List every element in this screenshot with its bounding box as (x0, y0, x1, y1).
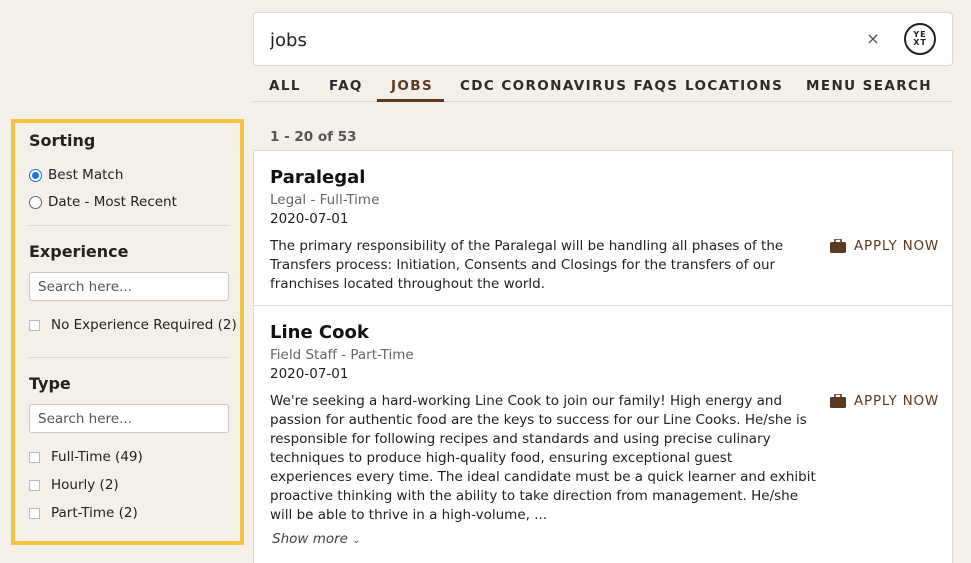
experience-title: Experience (29, 242, 129, 261)
show-more-label: Show more (272, 531, 348, 547)
type-search (29, 404, 229, 433)
type-search-input[interactable] (30, 405, 228, 432)
results-count: 1 - 20 of 53 (270, 129, 357, 145)
search-bar: × YE XT (253, 12, 953, 66)
yext-logo[interactable]: YE XT (904, 23, 936, 55)
clear-search-button[interactable]: × (862, 28, 884, 50)
briefcase-icon (830, 239, 846, 253)
filter-label: No Experience Required (2) (51, 317, 237, 333)
result-subtitle: Legal - Full-Time (270, 192, 380, 208)
result-description: The primary responsibility of the Parale… (270, 238, 784, 292)
result-subtitle: Field Staff - Part-Time (270, 347, 414, 363)
search-input[interactable] (270, 27, 830, 53)
tab-cdc-coronavirus-faqs[interactable]: CDC CORONAVIRUS FAQS (460, 78, 678, 94)
chevron-down-icon: ⌄ (352, 535, 361, 546)
divider (29, 225, 229, 226)
result-card: Line Cook Field Staff - Part-Time 2020-0… (253, 305, 953, 563)
radio-icon[interactable] (29, 195, 42, 209)
active-tab-indicator (377, 99, 444, 102)
page: × YE XT ALL FAQ JOBS CDC CORONAVIRUS FAQ… (0, 0, 971, 563)
apply-now-button[interactable]: APPLY NOW (830, 393, 939, 409)
experience-search-input[interactable] (30, 273, 228, 300)
vertical-tabs: ALL FAQ JOBS CDC CORONAVIRUS FAQS LOCATI… (253, 74, 953, 102)
checkbox-icon[interactable] (29, 507, 40, 519)
tab-locations[interactable]: LOCATIONS (685, 78, 783, 94)
briefcase-icon (830, 394, 846, 408)
tab-faq[interactable]: FAQ (329, 78, 363, 94)
radio-icon[interactable] (29, 168, 42, 182)
filter-label: Hourly (2) (51, 477, 119, 493)
filter-label: Part-Time (2) (51, 505, 138, 521)
result-date: 2020-07-01 (270, 366, 349, 382)
filter-label: Full-Time (49) (51, 449, 143, 465)
type-title: Type (29, 374, 71, 393)
result-card: Paralegal Legal - Full-Time 2020-07-01 T… (253, 150, 953, 306)
filter-full-time[interactable]: Full-Time (49) (29, 449, 143, 465)
checkbox-icon[interactable] (29, 319, 40, 331)
filter-hourly[interactable]: Hourly (2) (29, 477, 119, 493)
tab-jobs[interactable]: JOBS (391, 78, 433, 94)
result-description: We're seeking a hard-working Line Cook t… (270, 393, 816, 523)
tab-menu-search[interactable]: MENU SEARCH (806, 78, 932, 94)
sort-option-best-match[interactable]: Best Match (29, 167, 123, 183)
result-title[interactable]: Line Cook (270, 322, 369, 343)
filters-sidebar: Sorting Best Match Date - Most Recent Ex… (11, 119, 244, 545)
result-title[interactable]: Paralegal (270, 167, 365, 188)
sort-option-date-most-recent[interactable]: Date - Most Recent (29, 194, 177, 210)
apply-now-label: APPLY NOW (854, 393, 940, 409)
tab-all[interactable]: ALL (269, 78, 301, 94)
filter-part-time[interactable]: Part-Time (2) (29, 505, 138, 521)
experience-search (29, 272, 229, 301)
checkbox-icon[interactable] (29, 451, 40, 463)
sort-option-label: Date - Most Recent (48, 194, 177, 210)
sort-option-label: Best Match (48, 167, 124, 183)
divider (29, 357, 229, 358)
apply-now-button[interactable]: APPLY NOW (830, 238, 939, 254)
yext-logo-text: YE XT (913, 30, 927, 47)
filter-no-experience-required[interactable]: No Experience Required (2) (29, 317, 237, 333)
result-date: 2020-07-01 (270, 211, 349, 227)
checkbox-icon[interactable] (29, 479, 40, 491)
apply-now-label: APPLY NOW (854, 238, 940, 254)
show-more-link[interactable]: Show more ⌄ (272, 531, 361, 547)
sorting-title: Sorting (29, 131, 96, 150)
